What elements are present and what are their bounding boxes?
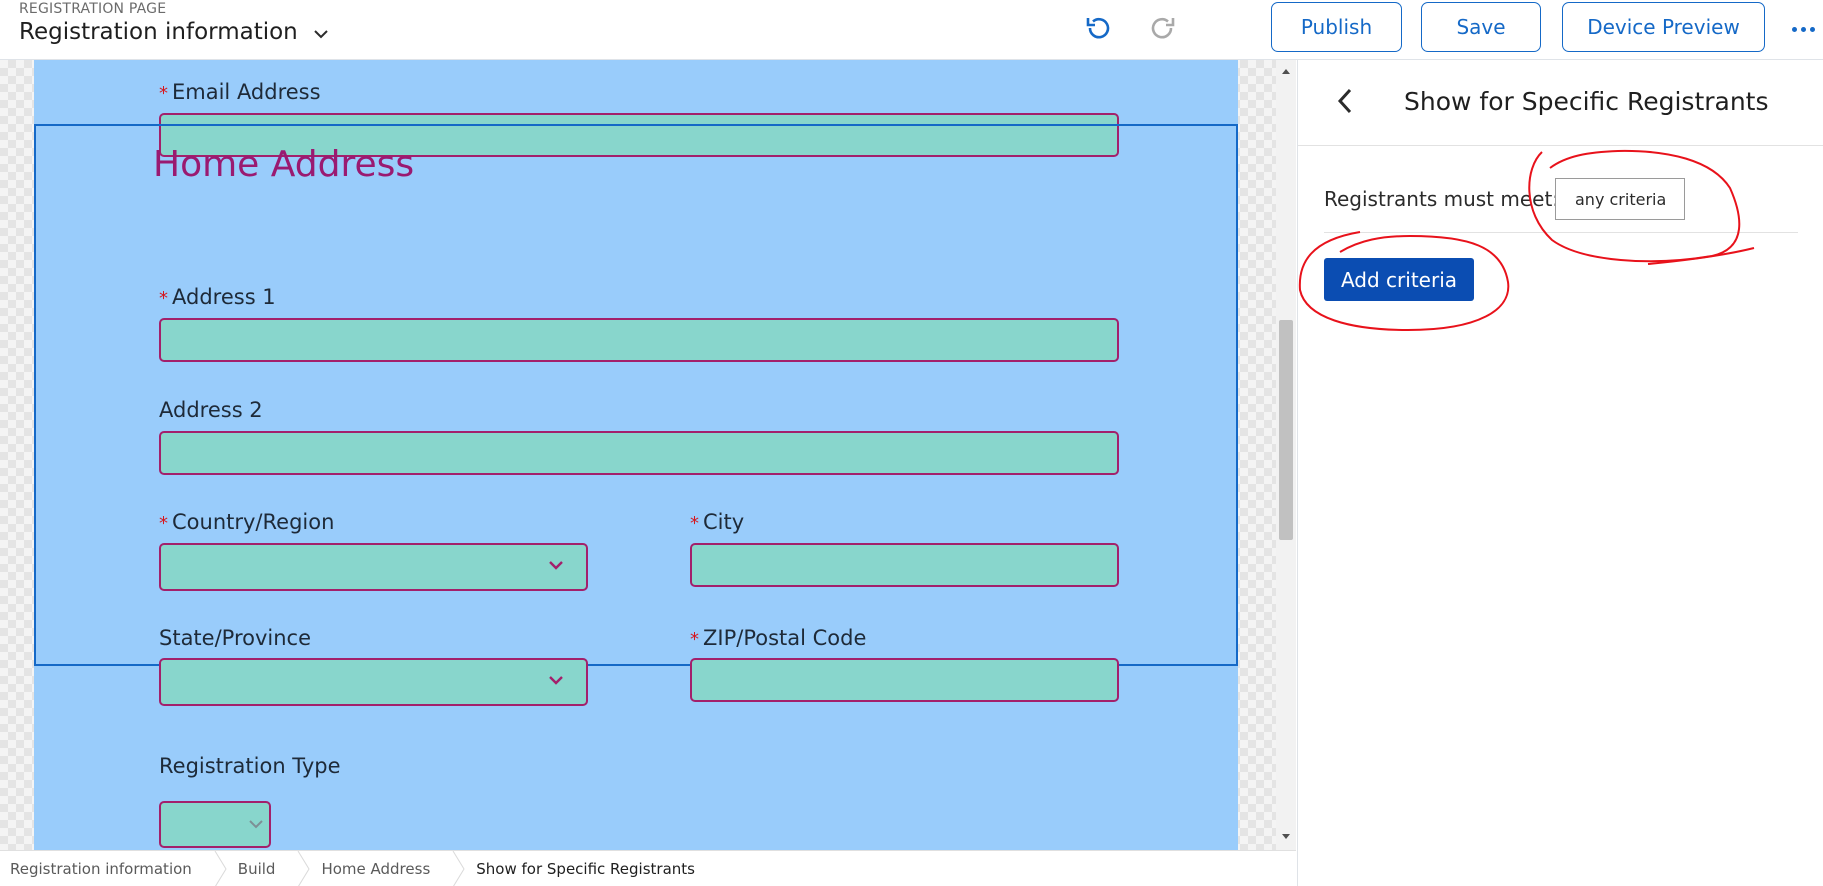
undo-icon [1086,17,1110,39]
chevron-down-icon [549,676,563,685]
back-button[interactable] [1328,84,1362,118]
chevron-right-icon [214,850,227,886]
chevron-left-icon [1337,88,1352,114]
page-title-dropdown[interactable]: Registration information [19,19,328,45]
page-title-text: Registration information [19,19,298,45]
chevron-right-icon [452,850,465,886]
scroll-up-arrow-icon[interactable] [1279,66,1293,76]
more-dot-icon [1791,26,1797,32]
device-preview-button[interactable]: Device Preview [1562,2,1765,52]
section-title-home-address: Home Address [153,144,415,185]
scroll-down-arrow-icon[interactable] [1279,832,1293,842]
panel-header: Show for Specific Registrants [1298,60,1823,146]
breadcrumb-item-registration-information[interactable]: Registration information [0,851,214,886]
divider [1324,232,1798,233]
state-label: State/Province [159,626,312,650]
zip-label-text: ZIP/Postal Code [703,626,867,650]
breadcrumb-item-home-address[interactable]: Home Address [311,851,452,886]
properties-panel: Show for Specific Registrants Registrant… [1297,60,1823,886]
city-label: * City [690,510,744,534]
chevron-down-icon [249,820,263,829]
criteria-match-select[interactable]: any criteria [1555,178,1685,220]
email-label: * Email Address [159,80,321,104]
zip-label: * ZIP/Postal Code [690,626,866,650]
country-select[interactable] [159,543,588,591]
zip-input[interactable] [690,658,1119,702]
more-dot-icon [1800,26,1806,32]
scroll-thumb[interactable] [1279,320,1293,540]
redo-icon [1151,17,1175,39]
top-bar: REGISTRATION PAGE Registration informati… [0,0,1823,60]
required-marker: * [159,513,168,534]
page-kicker: REGISTRATION PAGE [19,1,167,17]
breadcrumb: Registration information Build Home Addr… [0,850,1296,886]
address2-input[interactable] [159,431,1119,475]
state-select[interactable] [159,658,588,706]
registration-type-select[interactable] [159,801,271,848]
city-input[interactable] [690,543,1119,587]
breadcrumb-item-build[interactable]: Build [228,851,298,886]
add-criteria-button[interactable]: Add criteria [1324,258,1474,301]
address1-input[interactable] [159,318,1119,362]
country-label-text: Country/Region [172,510,335,534]
save-button[interactable]: Save [1421,2,1541,52]
chevron-down-icon [549,561,563,570]
breadcrumb-item-current: Show for Specific Registrants [476,859,695,878]
panel-title: Show for Specific Registrants [1404,87,1769,116]
more-dot-icon [1809,26,1815,32]
required-marker: * [690,629,699,650]
required-marker: * [159,288,168,309]
registrants-must-meet-label: Registrants must meet: [1324,187,1560,211]
country-label: * Country/Region [159,510,334,534]
required-marker: * [159,83,168,104]
criteria-match-value: any criteria [1575,189,1667,209]
chevron-right-icon [298,850,311,886]
address1-label-text: Address 1 [172,285,276,309]
publish-button[interactable]: Publish [1271,2,1402,52]
undo-button[interactable] [1081,12,1115,46]
address1-label: * Address 1 [159,285,276,309]
redo-button[interactable] [1146,12,1180,46]
more-options-button[interactable] [1788,14,1818,44]
email-label-text: Email Address [172,80,321,104]
required-marker: * [690,513,699,534]
city-label-text: City [703,510,745,534]
address2-label: Address 2 [159,398,263,422]
chevron-down-icon [314,29,328,38]
registration-type-label: Registration Type [159,754,341,778]
